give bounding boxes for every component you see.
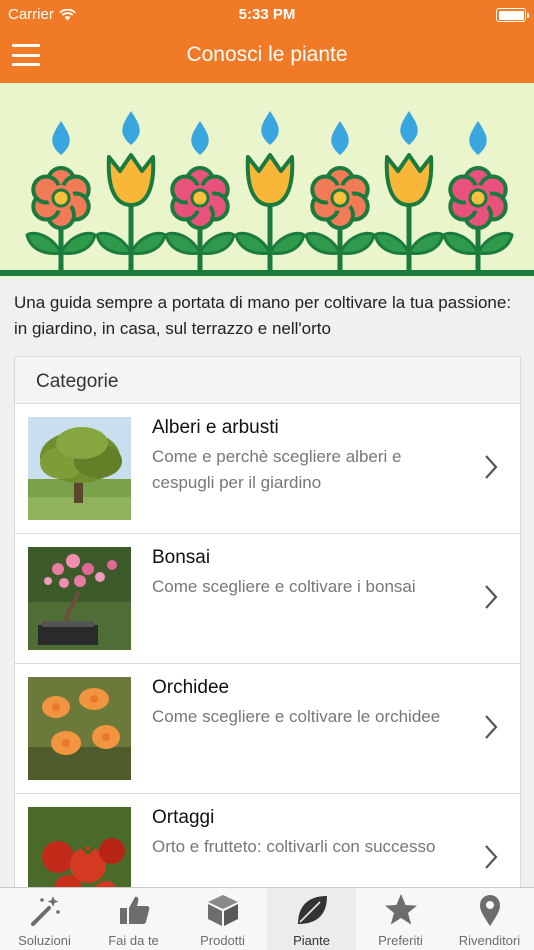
magic-wand-icon	[30, 896, 60, 926]
tab-label: Soluzioni	[18, 933, 71, 948]
categories-header: Categorie	[15, 357, 520, 404]
tab-rivenditori[interactable]: Rivenditori	[445, 888, 534, 950]
tab-prodotti[interactable]: Prodotti	[178, 888, 267, 950]
tomato-photo	[28, 807, 131, 896]
tulip-head	[245, 153, 295, 207]
water-drop	[400, 111, 418, 145]
category-name: Ortaggi	[152, 807, 215, 828]
tab-label: Fai da te	[108, 933, 159, 948]
flower-center	[468, 188, 488, 208]
water-drop	[191, 121, 209, 155]
category-description: Orto e frutteto: coltivarli con successo	[152, 837, 436, 856]
chevron-right-icon	[485, 585, 498, 609]
category-name: Alberi e arbusti	[152, 417, 279, 438]
flower-center	[190, 188, 210, 208]
water-drop	[52, 121, 70, 155]
category-row-orchidee[interactable]: Orchidee Come scegliere e coltivare le o…	[15, 664, 520, 794]
tulip-head	[384, 153, 434, 207]
category-name: Orchidee	[152, 677, 230, 698]
status-bar: Carrier 5:33 PM	[0, 0, 534, 30]
bonsai-photo	[28, 547, 131, 650]
leaf	[406, 231, 445, 255]
flower-center	[51, 188, 71, 208]
category-name: Bonsai	[152, 547, 211, 568]
tab-label: Piante	[293, 933, 330, 948]
leaf	[475, 231, 514, 255]
tab-bar: Soluzioni Fai da te Prodotti Piante Pref…	[0, 887, 534, 950]
leaf	[95, 231, 134, 255]
chevron-right-icon	[485, 845, 498, 869]
leaf	[267, 231, 306, 255]
map-pin-icon	[479, 895, 500, 926]
battery-full-icon	[496, 8, 529, 22]
chevron-right-icon	[485, 715, 498, 739]
chevron-right-icon	[485, 455, 498, 479]
tab-label: Preferiti	[378, 933, 423, 948]
category-description: Come scegliere e coltivare i bonsai	[152, 577, 416, 596]
leaf	[337, 231, 376, 255]
leaf	[128, 231, 167, 255]
leaf	[197, 231, 236, 255]
water-drop	[261, 111, 279, 145]
category-row-alberi[interactable]: Alberi e arbusti Come e perchè scegliere…	[15, 404, 520, 534]
leaf	[58, 231, 97, 255]
leaf	[234, 231, 273, 255]
ground-line	[0, 270, 534, 276]
category-description: Come scegliere e coltivare le orchidee	[152, 707, 441, 726]
tab-piante[interactable]: Piante	[267, 888, 356, 950]
category-row-ortaggi[interactable]: Ortaggi Orto e frutteto: coltivarli con …	[15, 794, 520, 896]
orchid-photo	[28, 677, 131, 780]
category-description: Come e perchè scegliere alberi e cespugl…	[152, 447, 402, 492]
tree-photo	[28, 417, 131, 520]
tab-label: Rivenditori	[458, 933, 521, 948]
intro-text: Una guida sempre a portata di mano per c…	[14, 293, 512, 338]
leaf	[164, 231, 203, 255]
water-drop	[331, 121, 349, 155]
hero-flowers-illustration	[0, 83, 534, 278]
page-title: Conosci le piante	[186, 43, 348, 66]
tab-soluzioni[interactable]: Soluzioni	[0, 888, 89, 950]
water-drop	[122, 111, 140, 145]
box-icon	[207, 895, 238, 926]
category-row-bonsai[interactable]: Bonsai Come scegliere e coltivare i bons…	[15, 534, 520, 664]
nav-bar: Conosci le piante	[0, 30, 534, 83]
status-time: 5:33 PM	[238, 6, 296, 23]
leaf	[373, 231, 412, 255]
star-icon	[384, 894, 417, 925]
leaf	[442, 231, 481, 255]
leaf	[304, 231, 343, 255]
tab-label: Prodotti	[200, 933, 245, 948]
tulip-head	[106, 153, 156, 207]
water-drop	[469, 121, 487, 155]
thumbs-up-icon	[119, 896, 149, 924]
leaf-icon	[297, 896, 327, 924]
tab-fai-da-te[interactable]: Fai da te	[89, 888, 178, 950]
tab-preferiti[interactable]: Preferiti	[356, 888, 445, 950]
leaf	[25, 231, 64, 255]
categories-card: Categorie Alberi e arbusti Come e perchè…	[14, 356, 521, 896]
flower-center	[330, 188, 350, 208]
